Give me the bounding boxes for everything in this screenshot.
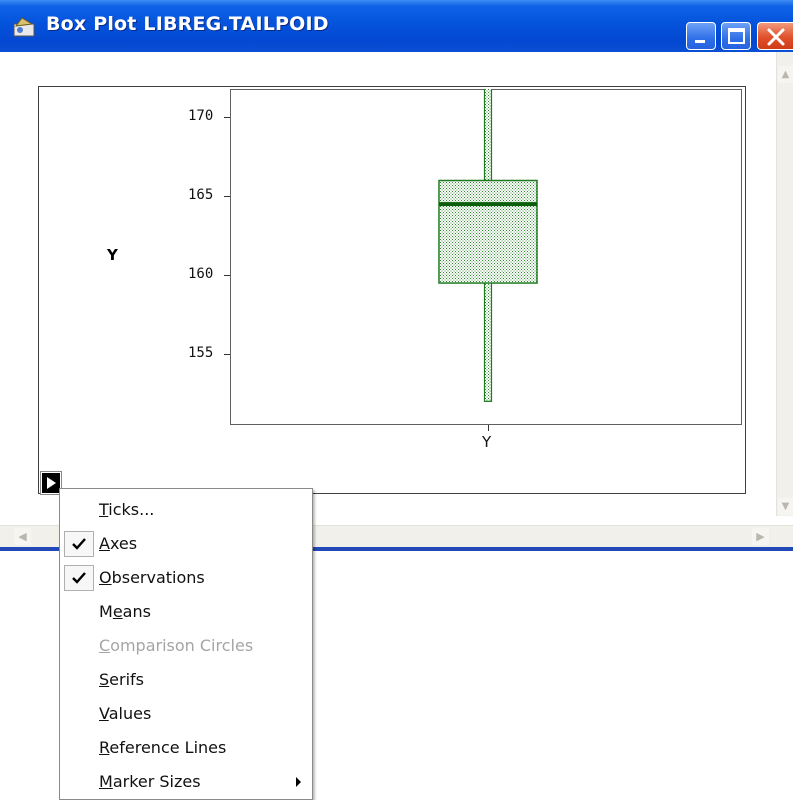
y-tick-label: 165 [188,187,214,204]
menu-item-comparison-circles: Comparison Circles [61,629,311,663]
checkmark-icon [64,531,94,557]
menu-item-observations[interactable]: Observations [61,561,311,595]
triangle-right-icon [47,477,56,489]
menu-item-label: Marker Sizes [99,772,201,791]
submenu-arrow-icon [296,777,301,787]
menu-item-label: Values [99,704,152,723]
vertical-scrollbar[interactable]: ▲ ▼ [776,52,793,516]
title-bar[interactable]: Box Plot LIBREG.TAILPOID [0,0,793,52]
y-axis-label: Y [107,246,118,264]
scroll-left-button[interactable]: ◀ [14,528,31,545]
menu-item-ticks[interactable]: Ticks... [61,493,311,527]
menu-item-means[interactable]: Means [61,595,311,629]
minimize-icon [695,40,705,43]
menu-item-axes[interactable]: Axes [61,527,311,561]
menu-item-marker-sizes[interactable]: Marker Sizes [61,765,311,799]
maximize-icon [728,28,745,44]
x-axis-label: Y [482,433,492,451]
y-tick-label: 170 [188,108,214,125]
plot-menu-button[interactable] [40,471,62,495]
menu-item-reference-lines[interactable]: Reference Lines [61,731,311,765]
checkmark-icon [64,565,94,591]
scroll-up-button[interactable]: ▲ [778,66,793,83]
app-icon [13,17,35,37]
close-icon [767,28,785,46]
minimize-button[interactable] [686,22,716,50]
menu-item-label: Reference Lines [99,738,227,757]
x-axis-tick [488,425,489,431]
menu-item-label: Observations [99,568,205,587]
y-tick-label: 155 [188,345,214,361]
menu-item-serifs[interactable]: Serifs [61,663,311,697]
scroll-down-button[interactable]: ▼ [778,498,793,515]
menu-item-label: Comparison Circles [99,636,254,655]
scroll-right-button[interactable]: ▶ [752,528,769,545]
y-tick-label: 160 [188,266,214,283]
menu-item-label: Ticks... [99,500,155,519]
plot-context-menu: Ticks... Axes Observations Means Comparison … [59,488,313,800]
maximize-button[interactable] [721,22,751,50]
menu-item-label: Means [99,602,151,621]
box-plot-chart[interactable] [230,89,742,425]
menu-item-label: Axes [99,534,138,553]
menu-item-values[interactable]: Values [61,697,311,731]
menu-item-label: Serifs [99,670,144,689]
close-button[interactable] [757,22,793,50]
window-title: Box Plot LIBREG.TAILPOID [46,13,329,35]
interquartile-box [438,179,538,284]
